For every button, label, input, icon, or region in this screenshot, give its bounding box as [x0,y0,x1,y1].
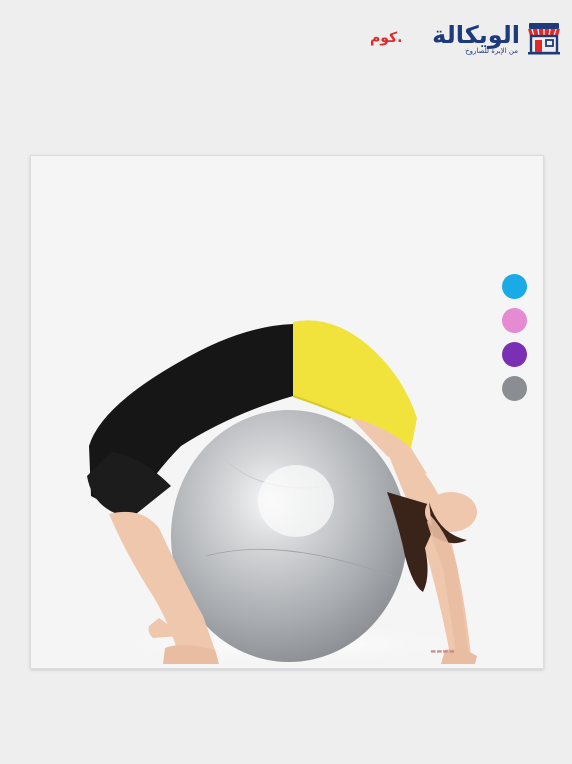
color-swatch-gray[interactable] [502,376,527,401]
brand-name: الويكالة [432,21,520,49]
brand-wordmark: .كوم الويكالة من الإبرة للصاروخ [370,20,520,58]
color-swatch-purple[interactable] [502,342,527,367]
product-image-card[interactable]: ▬▬▬▬ [30,155,544,669]
photo-watermark: ▬▬▬▬ [430,648,455,655]
brand-logo[interactable]: .كوم الويكالة من الإبرة للصاروخ [370,20,562,58]
exercise-ball [171,410,407,662]
storefront-icon [528,23,560,55]
product-photo [31,156,543,668]
color-swatch-list [502,274,527,401]
brand-tagline: من الإبرة للصاروخ [465,47,518,55]
color-swatch-blue[interactable] [502,274,527,299]
brand-domain-suffix: .كوم [370,30,403,46]
color-swatch-pink[interactable] [502,308,527,333]
